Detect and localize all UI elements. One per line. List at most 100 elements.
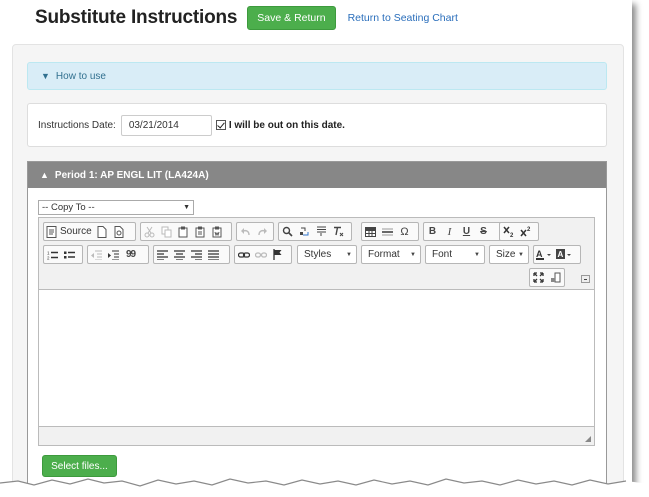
maximize-button[interactable] xyxy=(530,269,547,286)
show-blocks-button[interactable] xyxy=(547,269,564,286)
omega-icon: Ω xyxy=(400,225,409,238)
text-color-icon: A xyxy=(536,249,551,260)
format-label: Format xyxy=(368,249,400,260)
show-blocks-icon xyxy=(551,272,561,283)
new-page-icon xyxy=(97,225,107,238)
toolbar-group-script: 2 2 xyxy=(499,222,539,241)
special-char-button[interactable]: Ω xyxy=(396,223,413,240)
collapse-toolbar-button[interactable] xyxy=(581,275,590,283)
justify-button[interactable] xyxy=(205,246,222,263)
align-left-button[interactable] xyxy=(154,246,171,263)
anchor-button[interactable] xyxy=(269,246,286,263)
toolbar-group-colors: A A xyxy=(533,245,581,264)
select-all-icon xyxy=(317,226,326,236)
paste-word-icon xyxy=(212,226,222,237)
editor-content-area[interactable] xyxy=(39,291,594,426)
superscript-button[interactable]: 2 xyxy=(517,223,534,240)
subscript-icon: 2 xyxy=(502,226,514,237)
svg-text:2: 2 xyxy=(47,255,50,260)
replace-icon xyxy=(300,227,309,236)
indent-button[interactable] xyxy=(105,246,122,263)
out-on-date-label: I will be out on this date. xyxy=(228,119,345,131)
undo-icon xyxy=(241,227,250,235)
maximize-icon xyxy=(533,272,544,283)
numbered-list-icon: 12 xyxy=(47,250,58,260)
link-button[interactable] xyxy=(235,246,252,263)
horizontal-line-button[interactable] xyxy=(379,223,396,240)
toolbar-group-align xyxy=(153,245,230,264)
cut-button[interactable] xyxy=(141,223,158,240)
toolbar-group-tools xyxy=(529,268,565,287)
cut-icon xyxy=(144,226,155,237)
save-return-button[interactable]: Save & Return xyxy=(247,6,336,30)
how-to-use-panel[interactable]: ▼ How to use xyxy=(27,62,607,90)
toolbar-group-links xyxy=(234,245,292,264)
chevron-down-icon: ▼ xyxy=(41,71,50,81)
flag-icon xyxy=(272,249,281,260)
unlink-button[interactable] xyxy=(252,246,269,263)
paste-word-button[interactable] xyxy=(209,223,226,240)
preview-button[interactable] xyxy=(111,223,128,240)
redo-button[interactable] xyxy=(254,223,271,240)
align-center-button[interactable] xyxy=(171,246,188,263)
remove-format-button[interactable] xyxy=(330,223,347,240)
instructions-date-row: Instructions Date: I will be out on this… xyxy=(27,103,607,147)
source-label: Source xyxy=(60,226,92,237)
how-to-use-label: How to use xyxy=(55,70,106,82)
remove-format-icon xyxy=(334,226,344,237)
new-page-button[interactable] xyxy=(94,223,111,240)
caret-down-icon: ▼ xyxy=(346,251,352,258)
font-combo[interactable]: Font ▼ xyxy=(425,245,485,264)
caret-down-icon: ▼ xyxy=(183,204,190,211)
paste-button[interactable] xyxy=(175,223,192,240)
period-header[interactable]: ▲ Period 1: AP ENGL LIT (LA424A) xyxy=(28,162,606,188)
align-right-icon xyxy=(191,249,202,260)
copy-to-select[interactable]: -- Copy To -- ▼ xyxy=(38,200,194,215)
align-center-icon xyxy=(174,249,185,260)
replace-button[interactable] xyxy=(296,223,313,240)
styles-combo[interactable]: Styles ▼ xyxy=(297,245,357,264)
resize-handle-icon[interactable] xyxy=(585,436,591,442)
select-all-button[interactable] xyxy=(313,223,330,240)
chevron-up-icon: ▲ xyxy=(40,170,49,180)
strikethrough-icon: S xyxy=(480,226,487,237)
caret-down-icon: ▼ xyxy=(518,251,524,258)
redo-icon xyxy=(258,227,267,235)
out-on-date-checkbox[interactable] xyxy=(215,120,226,130)
size-label: Size xyxy=(496,249,516,260)
table-button[interactable] xyxy=(362,223,379,240)
return-seating-chart-link[interactable]: Return to Seating Chart xyxy=(348,12,458,24)
bold-button[interactable]: B xyxy=(424,223,441,240)
source-button[interactable]: Source xyxy=(44,223,94,240)
bulleted-list-button[interactable] xyxy=(61,246,78,263)
align-right-button[interactable] xyxy=(188,246,205,263)
blockquote-button[interactable]: 99 xyxy=(122,246,139,263)
svg-text:A: A xyxy=(536,249,543,259)
link-icon xyxy=(237,251,250,258)
italic-button[interactable]: I xyxy=(441,223,458,240)
instructions-date-input[interactable] xyxy=(120,114,212,136)
paste-text-button[interactable] xyxy=(192,223,209,240)
table-icon xyxy=(365,226,376,237)
find-button[interactable] xyxy=(279,223,296,240)
copy-button[interactable] xyxy=(158,223,175,240)
outdent-button[interactable] xyxy=(88,246,105,263)
svg-text:A: A xyxy=(558,250,564,259)
underline-icon: U xyxy=(462,226,471,237)
strikethrough-button[interactable]: S xyxy=(475,223,492,240)
subscript-button[interactable]: 2 xyxy=(500,223,517,240)
rich-text-editor: Source Ω B I U S 2 2 1 2 99 Styles ▼ For… xyxy=(38,217,595,446)
text-color-button[interactable]: A xyxy=(534,246,554,263)
caret-down-icon: ▼ xyxy=(410,251,416,258)
size-combo[interactable]: Size ▼ xyxy=(489,245,529,264)
copy-to-value: -- Copy To -- xyxy=(42,202,95,213)
find-icon xyxy=(282,226,293,237)
preview-icon xyxy=(114,225,124,238)
background-color-button[interactable]: A xyxy=(554,246,574,263)
underline-button[interactable]: U xyxy=(458,223,475,240)
format-combo[interactable]: Format ▼ xyxy=(361,245,421,264)
undo-button[interactable] xyxy=(237,223,254,240)
outdent-icon xyxy=(91,250,102,260)
font-label: Font xyxy=(432,249,453,260)
numbered-list-button[interactable]: 12 xyxy=(44,246,61,263)
